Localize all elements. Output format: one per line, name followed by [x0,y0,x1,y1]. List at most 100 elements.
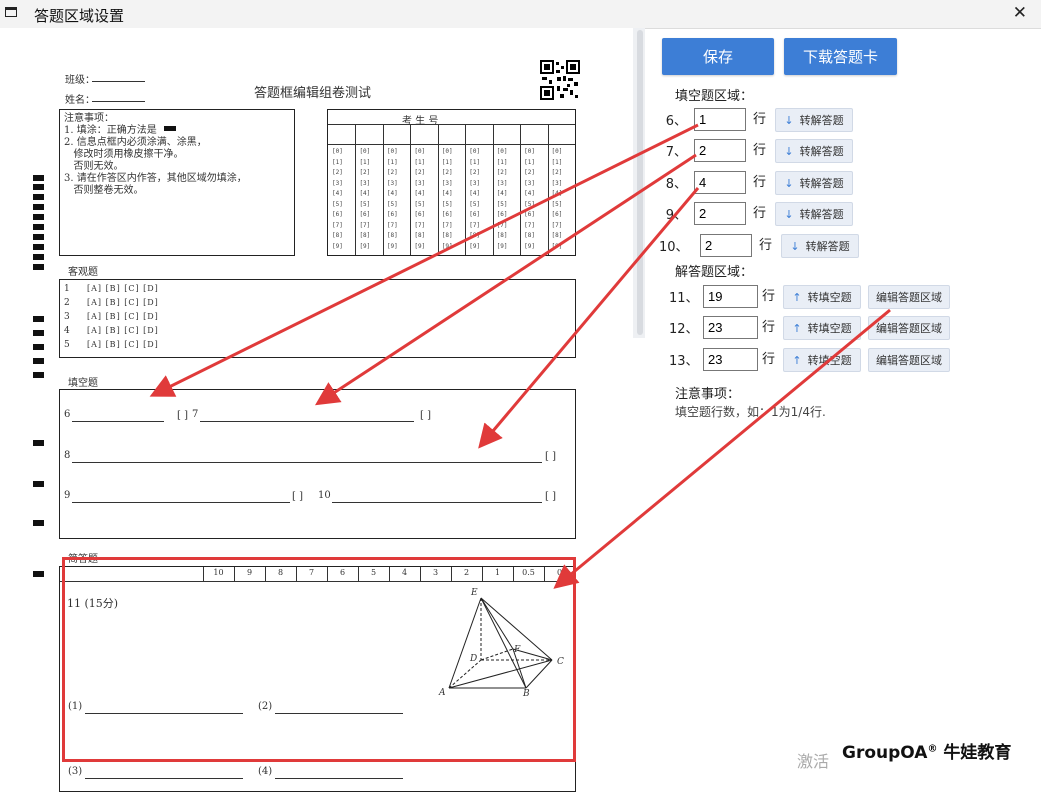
fill-row-lines-input[interactable] [694,171,746,194]
student-number-bubble[interactable]: [2] [442,169,453,176]
student-number-bubble[interactable]: [0] [387,148,398,155]
student-number-bubble[interactable]: [7] [552,222,563,229]
convert-to-answer-button[interactable]: ↓ 转解答题 [775,108,853,132]
student-number-bubble[interactable]: [2] [497,169,508,176]
student-number-bubble[interactable]: [9] [359,243,370,250]
objective-row-options[interactable]: [A] [B] [C] [D] [87,284,159,293]
student-number-bubble[interactable]: [1] [552,159,563,166]
student-number-bubble[interactable]: [6] [414,211,425,218]
student-number-bubble[interactable]: [1] [442,159,453,166]
convert-to-fill-button[interactable]: ↑ 转填空题 [783,316,861,340]
student-number-bubble[interactable]: [9] [442,243,453,250]
student-number-bubble[interactable]: [3] [497,180,508,187]
student-number-bubble[interactable]: [3] [332,180,343,187]
student-number-bubble[interactable]: [4] [442,190,453,197]
student-number-bubble[interactable]: [5] [469,201,480,208]
save-button[interactable]: 保存 [662,38,774,75]
objective-row-options[interactable]: [A] [B] [C] [D] [87,312,159,321]
student-number-bubble[interactable]: [0] [332,148,343,155]
student-number-bubble[interactable]: [6] [442,211,453,218]
student-number-bubble[interactable]: [8] [442,232,453,239]
student-number-bubble[interactable]: [3] [442,180,453,187]
student-number-bubble[interactable]: [2] [524,169,535,176]
student-number-bubble[interactable]: [6] [387,211,398,218]
student-number-bubble[interactable]: [2] [469,169,480,176]
fill-row-lines-input[interactable] [694,202,746,225]
convert-to-answer-button[interactable]: ↓ 转解答题 [775,139,853,163]
student-number-bubble[interactable]: [5] [414,201,425,208]
edit-answer-region-button[interactable]: 编辑答题区域 [868,316,950,340]
student-number-bubble[interactable]: [7] [497,222,508,229]
student-number-bubble[interactable]: [7] [469,222,480,229]
student-number-bubble[interactable]: [0] [552,148,563,155]
student-number-bubble[interactable]: [6] [497,211,508,218]
student-number-bubble[interactable]: [6] [332,211,343,218]
student-number-bubble[interactable]: [1] [332,159,343,166]
student-number-bubble[interactable]: [9] [469,243,480,250]
objective-row-options[interactable]: [A] [B] [C] [D] [87,326,159,335]
student-number-bubble[interactable]: [1] [524,159,535,166]
answer-row-lines-input[interactable] [703,316,758,339]
student-number-bubble[interactable]: [9] [524,243,535,250]
fill-row-lines-input[interactable] [694,108,746,131]
student-number-bubble[interactable]: [4] [387,190,398,197]
student-number-bubble[interactable]: [8] [552,232,563,239]
student-number-bubble[interactable]: [2] [387,169,398,176]
student-number-bubble[interactable]: [5] [387,201,398,208]
student-number-bubble[interactable]: [4] [414,190,425,197]
student-number-bubble[interactable]: [3] [387,180,398,187]
student-number-bubble[interactable]: [1] [387,159,398,166]
student-number-bubble[interactable]: [0] [524,148,535,155]
student-number-bubble[interactable]: [5] [552,201,563,208]
student-number-bubble[interactable]: [4] [469,190,480,197]
student-number-bubble[interactable]: [4] [524,190,535,197]
student-number-bubble[interactable]: [8] [469,232,480,239]
close-icon[interactable]: ✕ [1013,3,1027,23]
student-number-bubble[interactable]: [7] [524,222,535,229]
student-number-bubble[interactable]: [2] [332,169,343,176]
student-number-bubble[interactable]: [9] [552,243,563,250]
answer-row-lines-input[interactable] [703,285,758,308]
convert-to-answer-button[interactable]: ↓ 转解答题 [775,202,853,226]
edit-answer-region-button[interactable]: 编辑答题区域 [868,348,950,372]
student-number-bubble[interactable]: [8] [359,232,370,239]
student-number-bubble[interactable]: [6] [552,211,563,218]
fill-row-lines-input[interactable] [700,234,752,257]
student-number-bubble[interactable]: [7] [332,222,343,229]
student-number-bubble[interactable]: [0] [359,148,370,155]
student-number-bubble[interactable]: [6] [469,211,480,218]
student-number-bubble[interactable]: [1] [497,159,508,166]
convert-to-answer-button[interactable]: ↓ 转解答题 [775,171,853,195]
student-number-bubble[interactable]: [7] [387,222,398,229]
student-number-bubble[interactable]: [5] [332,201,343,208]
preview-scroll-thumb[interactable] [637,30,643,335]
student-number-bubble[interactable]: [0] [442,148,453,155]
student-number-bubble[interactable]: [8] [524,232,535,239]
student-number-bubble[interactable]: [1] [469,159,480,166]
student-number-bubble[interactable]: [1] [359,159,370,166]
student-number-bubble[interactable]: [1] [414,159,425,166]
student-number-bubble[interactable]: [9] [387,243,398,250]
objective-row-options[interactable]: [A] [B] [C] [D] [87,340,159,349]
student-number-bubble[interactable]: [5] [359,201,370,208]
student-number-bubble[interactable]: [9] [414,243,425,250]
download-answer-card-button[interactable]: 下载答题卡 [784,38,897,75]
student-number-bubble[interactable]: [8] [414,232,425,239]
student-number-bubble[interactable]: [2] [414,169,425,176]
student-number-bubble[interactable]: [0] [414,148,425,155]
convert-to-fill-button[interactable]: ↑ 转填空题 [783,348,861,372]
student-number-bubble[interactable]: [7] [442,222,453,229]
student-number-bubble[interactable]: [3] [469,180,480,187]
student-number-bubble[interactable]: [7] [359,222,370,229]
student-number-bubble[interactable]: [0] [497,148,508,155]
answer-row-lines-input[interactable] [703,348,758,371]
student-number-bubble[interactable]: [7] [414,222,425,229]
student-number-bubble[interactable]: [5] [442,201,453,208]
student-number-bubble[interactable]: [3] [414,180,425,187]
student-number-bubble[interactable]: [4] [332,190,343,197]
student-number-bubble[interactable]: [9] [332,243,343,250]
objective-row-options[interactable]: [A] [B] [C] [D] [87,298,159,307]
student-number-bubble[interactable]: [3] [359,180,370,187]
student-number-bubble[interactable]: [5] [524,201,535,208]
student-number-bubble[interactable]: [8] [387,232,398,239]
